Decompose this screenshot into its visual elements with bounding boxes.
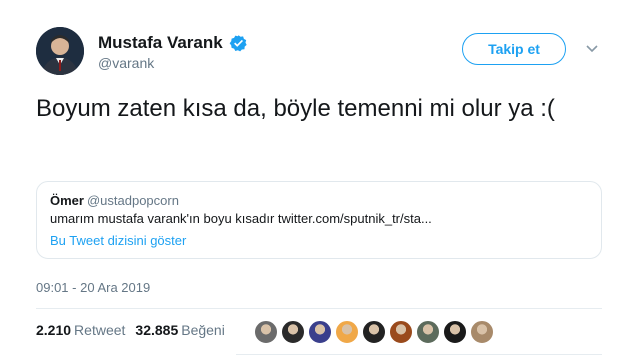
author-avatar[interactable] — [36, 27, 84, 75]
author-name[interactable]: Mustafa Varank — [98, 33, 248, 53]
like-count: 32.885 — [135, 322, 179, 338]
tweet-card: Mustafa Varank @varank Takip et Boyum za… — [0, 0, 640, 362]
retweet-label: Retweet — [74, 322, 126, 338]
quoted-tweet-text: umarım mustafa varank'ın boyu kısadır tw… — [50, 211, 432, 226]
liker-avatar[interactable] — [254, 320, 278, 344]
liker-avatars — [254, 320, 494, 344]
quoted-tweet[interactable]: Ömer @ustadpopcorn umarım mustafa varank'… — [36, 181, 602, 259]
like-stat[interactable]: 32.885 Beğeni — [135, 322, 224, 338]
show-thread-link[interactable]: Bu Tweet dizisini göster — [50, 233, 186, 248]
liker-avatar[interactable] — [389, 320, 413, 344]
tweet-stats: 2.210 Retweet 32.885 Beğeni — [36, 322, 225, 338]
tweet-timestamp[interactable]: 09:01 - 20 Ara 2019 — [36, 280, 150, 295]
divider — [236, 354, 602, 355]
liker-avatar[interactable] — [362, 320, 386, 344]
liker-avatar[interactable] — [416, 320, 440, 344]
chevron-down-icon[interactable] — [586, 44, 598, 54]
liker-avatar[interactable] — [335, 320, 359, 344]
divider — [36, 308, 602, 309]
author-handle[interactable]: @varank — [98, 55, 154, 71]
quoted-tweet-header: Ömer @ustadpopcorn — [50, 193, 179, 208]
retweet-count: 2.210 — [36, 322, 72, 338]
liker-avatar[interactable] — [281, 320, 305, 344]
liker-avatar[interactable] — [470, 320, 494, 344]
retweet-stat[interactable]: 2.210 Retweet — [36, 322, 125, 338]
liker-avatar[interactable] — [443, 320, 467, 344]
like-label: Beğeni — [181, 322, 225, 338]
tweet-text: Boyum zaten kısa da, böyle temenni mi ol… — [36, 95, 555, 122]
quoted-author-handle: @ustadpopcorn — [86, 193, 179, 208]
verified-badge-icon — [229, 34, 247, 51]
quoted-author-name: Ömer — [50, 193, 84, 208]
liker-avatar[interactable] — [308, 320, 332, 344]
author-name-text: Mustafa Varank — [98, 33, 223, 52]
follow-button[interactable]: Takip et — [462, 33, 566, 65]
profile-photo-avatar — [36, 27, 84, 75]
